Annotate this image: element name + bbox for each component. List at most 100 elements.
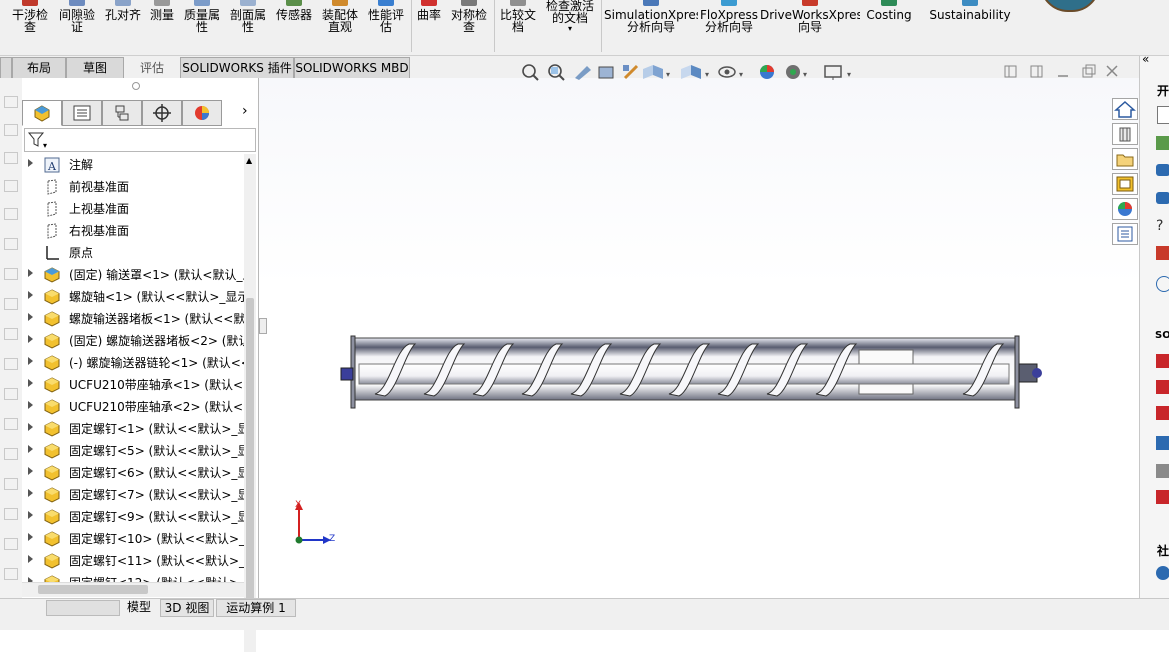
- help-icon[interactable]: ?: [1156, 218, 1163, 234]
- design-library-icon[interactable]: [1112, 123, 1138, 145]
- symmetry-check-button[interactable]: 对称检 查: [447, 0, 491, 36]
- configuration-manager-tab[interactable]: [102, 100, 142, 126]
- view-settings-icon[interactable]: ▾: [824, 65, 851, 80]
- tab-sketch[interactable]: 草图: [66, 57, 124, 78]
- display-manager-tab[interactable]: [182, 100, 222, 126]
- hide-show-items-icon[interactable]: ▾: [718, 66, 743, 79]
- expand-arrow-icon[interactable]: [28, 423, 33, 431]
- check-active-document-button[interactable]: 检查激活 的文档 ▾: [542, 0, 598, 48]
- property-manager-tab[interactable]: [62, 100, 102, 126]
- expand-arrow-icon[interactable]: [28, 379, 33, 387]
- tree-item[interactable]: 前视基准面: [22, 176, 244, 198]
- restore-icon[interactable]: [1082, 64, 1096, 78]
- expand-arrow-icon[interactable]: [28, 313, 33, 321]
- assembly-visualization-button[interactable]: 装配体 直观: [318, 0, 362, 36]
- interference-check-button[interactable]: 干涉检 查: [8, 0, 52, 36]
- driveworksxpress-button[interactable]: DriveWorksXpress 向导: [760, 0, 860, 36]
- measure-button[interactable]: 测量: [146, 0, 178, 36]
- graphics-area[interactable]: ▾ ▾ ▾ ▾ ▾ X Z: [259, 64, 1139, 598]
- tree-item[interactable]: (固定) 输送罩<1> (默认<默认_显: [22, 264, 244, 286]
- collapse-icon[interactable]: «: [1142, 52, 1149, 66]
- solidworks-icon[interactable]: [1156, 380, 1169, 394]
- tab-scroll-left[interactable]: [0, 57, 12, 79]
- tab-solidworks-addins[interactable]: SOLIDWORKS 插件: [180, 57, 294, 78]
- tree-item[interactable]: 原点: [22, 242, 244, 264]
- tree-item[interactable]: 固定螺钉<9> (默认<<默认>_显: [22, 506, 244, 528]
- tile-right-icon[interactable]: [1030, 65, 1043, 78]
- tree-item[interactable]: 上视基准面: [22, 198, 244, 220]
- file-explorer-icon[interactable]: [1112, 148, 1138, 170]
- expand-arrow-icon[interactable]: [28, 445, 33, 453]
- open-icon[interactable]: [1156, 136, 1169, 150]
- expand-arrow-icon[interactable]: [28, 489, 33, 497]
- expand-arrow-icon[interactable]: [28, 291, 33, 299]
- scroll-thumb[interactable]: [246, 298, 254, 608]
- tree-item[interactable]: 右视基准面: [22, 220, 244, 242]
- expand-arrow-icon[interactable]: [28, 511, 33, 519]
- community-icon[interactable]: [1156, 566, 1169, 580]
- floxpress-button[interactable]: FloXpress 分析向导: [700, 0, 758, 36]
- tree-item[interactable]: 固定螺钉<10> (默认<<默认>_显: [22, 528, 244, 550]
- solidworks-icon[interactable]: [1156, 354, 1169, 368]
- compare-documents-button[interactable]: 比较文 档: [497, 0, 539, 36]
- expand-arrow-icon[interactable]: [28, 159, 33, 167]
- panel-grip-icon[interactable]: [132, 82, 140, 90]
- tree-filter-input[interactable]: ▾: [24, 128, 256, 152]
- zoom-to-area-icon[interactable]: [548, 64, 565, 81]
- info-icon[interactable]: [1156, 276, 1169, 292]
- solidworks-icon[interactable]: [1156, 406, 1169, 420]
- display-style-icon[interactable]: ▾: [681, 65, 709, 79]
- tab-layout[interactable]: 布局: [12, 57, 66, 78]
- tree-item[interactable]: 螺旋输送器堵板<1> (默认<<默认: [22, 308, 244, 330]
- tree-item[interactable]: UCFU210带座轴承<2> (默认<<: [22, 396, 244, 418]
- tab-evaluate[interactable]: 评估: [124, 57, 180, 78]
- tile-left-icon[interactable]: [1004, 65, 1017, 78]
- tree-item[interactable]: 固定螺钉<5> (默认<<默认>_显: [22, 440, 244, 462]
- addin-icon[interactable]: [1156, 490, 1169, 504]
- sensor-button[interactable]: 传感器: [272, 0, 316, 36]
- scroll-up-icon[interactable]: ▲: [246, 156, 252, 165]
- tab-model[interactable]: 模型: [122, 599, 156, 615]
- tool-icon[interactable]: [1156, 464, 1169, 478]
- tree-item[interactable]: (固定) 螺旋输送器堵板<2> (默认: [22, 330, 244, 352]
- tab-nav-buttons[interactable]: [46, 600, 120, 616]
- tree-item[interactable]: 固定螺钉<6> (默认<<默认>_显: [22, 462, 244, 484]
- sustainability-button[interactable]: Sustainability: [928, 0, 1012, 36]
- chevron-right-icon[interactable]: ›: [242, 103, 248, 119]
- tab-3d-view[interactable]: 3D 视图: [160, 599, 214, 617]
- edit-appearance-icon[interactable]: [760, 65, 774, 79]
- tree-item[interactable]: UCFU210带座轴承<1> (默认<<: [22, 374, 244, 396]
- feature-manager-tab[interactable]: [22, 100, 62, 126]
- custom-properties-icon[interactable]: [1112, 223, 1138, 245]
- section-properties-button[interactable]: 剖面属 性: [226, 0, 270, 36]
- apply-scene-icon[interactable]: ▾: [786, 65, 807, 79]
- panel-splitter-handle[interactable]: [259, 318, 267, 334]
- tutorial-icon[interactable]: [1156, 164, 1169, 176]
- tab-solidworks-mbd[interactable]: SOLIDWORKS MBD: [294, 57, 410, 78]
- eye-icon[interactable]: [1156, 436, 1169, 450]
- tree-item[interactable]: 固定螺钉<7> (默认<<默认>_显: [22, 484, 244, 506]
- dynamic-annotation-icon[interactable]: [623, 64, 639, 80]
- hole-alignment-button[interactable]: 孔对齐: [102, 0, 144, 36]
- addin-icon[interactable]: [1156, 246, 1169, 260]
- mass-properties-button[interactable]: 质量属 性: [180, 0, 224, 36]
- home-icon[interactable]: [1112, 98, 1138, 120]
- expand-arrow-icon[interactable]: [28, 467, 33, 475]
- dimxpert-manager-tab[interactable]: [142, 100, 182, 126]
- view-orientation-icon[interactable]: ▾: [643, 65, 670, 79]
- view-palette-icon[interactable]: [1112, 173, 1138, 195]
- expand-arrow-icon[interactable]: [28, 269, 33, 277]
- close-icon[interactable]: [1106, 65, 1118, 77]
- expand-arrow-icon[interactable]: [28, 335, 33, 343]
- tree-item[interactable]: 固定螺钉<11> (默认<<默认>_显: [22, 550, 244, 572]
- section-view-icon[interactable]: [598, 66, 614, 79]
- tree-item[interactable]: 固定螺钉<1> (默认<<默认>_显: [22, 418, 244, 440]
- resources-icon[interactable]: [1156, 192, 1169, 204]
- curvature-button[interactable]: 曲率: [414, 0, 444, 36]
- tree-item[interactable]: A 注解: [22, 154, 244, 176]
- clearance-verify-button[interactable]: 间隙验 证: [56, 0, 98, 36]
- new-document-icon[interactable]: [1157, 106, 1169, 124]
- tree-item[interactable]: 螺旋轴<1> (默认<<默认>_显示: [22, 286, 244, 308]
- tree-item[interactable]: (-) 螺旋输送器链轮<1> (默认<<: [22, 352, 244, 374]
- expand-arrow-icon[interactable]: [28, 401, 33, 409]
